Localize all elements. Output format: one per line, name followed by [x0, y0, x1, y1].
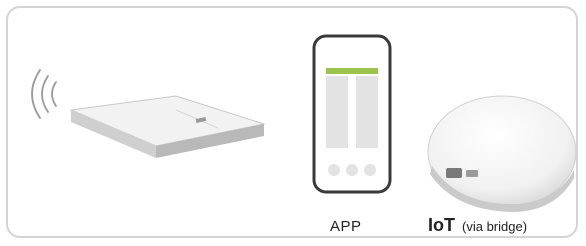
bridge-hub-icon [427, 95, 576, 212]
remote-control-icon [31, 69, 266, 158]
iot-label-main: IoT [428, 215, 455, 235]
smartphone-icon [312, 34, 392, 194]
app-label: APP [330, 218, 362, 235]
iot-label: IoT (via bridge) [428, 215, 527, 236]
iot-label-sub: (via bridge) [462, 219, 528, 234]
wireless-signal-icon [31, 69, 57, 119]
integration-card: APP IoT (via bridge) [6, 6, 578, 238]
